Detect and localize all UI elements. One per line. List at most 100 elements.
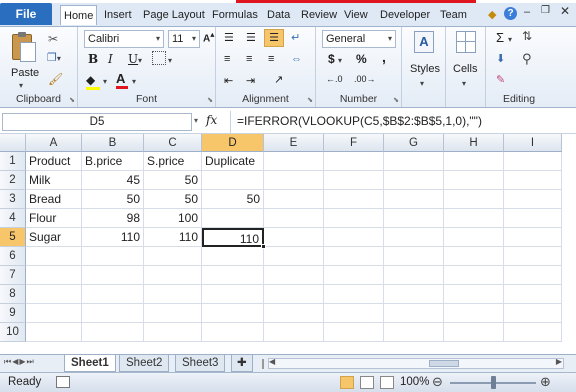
number-format-dropdown-icon[interactable]: ▾ bbox=[388, 32, 392, 44]
table-cell[interactable]: 110 bbox=[82, 228, 144, 247]
fill-icon[interactable]: ⬇ bbox=[496, 52, 505, 65]
table-cell[interactable] bbox=[444, 247, 504, 266]
table-cell[interactable] bbox=[144, 247, 202, 266]
normal-view-icon[interactable] bbox=[340, 376, 354, 389]
sheet-nav-icons[interactable]: ⏮◀▶⏭ bbox=[4, 357, 35, 367]
table-cell[interactable] bbox=[444, 209, 504, 228]
insert-function-icon[interactable]: fx bbox=[206, 113, 217, 127]
table-cell[interactable]: 45 bbox=[82, 171, 144, 190]
table-cell[interactable] bbox=[444, 152, 504, 171]
table-cell[interactable]: Duplicate bbox=[202, 152, 264, 171]
cells-icon[interactable] bbox=[456, 31, 476, 53]
align-center-icon[interactable]: ≡ bbox=[246, 53, 252, 65]
font-color-dropdown-icon[interactable]: ▾ bbox=[132, 75, 136, 87]
table-cell[interactable] bbox=[444, 190, 504, 209]
scroll-right-icon[interactable]: ▶ bbox=[556, 357, 562, 366]
table-cell[interactable] bbox=[82, 323, 144, 342]
table-cell[interactable] bbox=[202, 323, 264, 342]
column-header-d[interactable]: D bbox=[202, 134, 264, 152]
column-header-i[interactable]: I bbox=[504, 134, 562, 152]
table-cell[interactable] bbox=[384, 152, 444, 171]
number-launcher-icon[interactable]: ⬊ bbox=[393, 96, 399, 104]
table-cell[interactable]: Milk bbox=[26, 171, 82, 190]
table-cell[interactable] bbox=[324, 247, 384, 266]
align-bottom-icon[interactable]: ☰ bbox=[264, 29, 284, 47]
table-cell[interactable] bbox=[144, 266, 202, 285]
table-cell[interactable]: 50 bbox=[202, 190, 264, 209]
table-cell[interactable]: Product bbox=[26, 152, 82, 171]
table-cell[interactable] bbox=[82, 285, 144, 304]
page-layout-view-icon[interactable] bbox=[360, 376, 374, 389]
active-cell[interactable]: 110 bbox=[202, 228, 264, 247]
bold-button[interactable]: B bbox=[88, 52, 98, 66]
table-cell[interactable] bbox=[504, 209, 562, 228]
merge-center-icon[interactable]: ⇔ bbox=[291, 53, 302, 65]
tab-file[interactable]: File bbox=[0, 3, 52, 25]
scroll-left-icon[interactable]: ◀ bbox=[269, 357, 275, 366]
table-cell[interactable] bbox=[324, 190, 384, 209]
table-cell[interactable]: Flour bbox=[26, 209, 82, 228]
table-cell[interactable] bbox=[324, 304, 384, 323]
name-box[interactable]: D5 bbox=[2, 113, 192, 131]
paste-icon[interactable] bbox=[10, 32, 38, 64]
table-cell[interactable] bbox=[26, 323, 82, 342]
table-cell[interactable]: 98 bbox=[82, 209, 144, 228]
table-cell[interactable] bbox=[202, 171, 264, 190]
cut-icon[interactable]: ✂ bbox=[48, 32, 58, 46]
table-cell[interactable] bbox=[264, 152, 324, 171]
column-header-e[interactable]: E bbox=[264, 134, 324, 152]
table-cell[interactable] bbox=[444, 266, 504, 285]
table-cell[interactable] bbox=[264, 171, 324, 190]
align-middle-icon[interactable]: ☰ bbox=[246, 31, 256, 44]
table-cell[interactable] bbox=[384, 228, 444, 247]
select-all-corner[interactable] bbox=[0, 134, 26, 152]
table-cell[interactable] bbox=[26, 285, 82, 304]
table-cell[interactable] bbox=[324, 171, 384, 190]
table-cell[interactable] bbox=[504, 323, 562, 342]
tab-page-layout[interactable]: Page Layout bbox=[140, 5, 208, 25]
table-cell[interactable] bbox=[504, 304, 562, 323]
table-cell[interactable] bbox=[444, 228, 504, 247]
horizontal-scrollbar[interactable]: ◀ ▶ bbox=[268, 357, 564, 369]
table-cell[interactable] bbox=[82, 304, 144, 323]
table-cell[interactable] bbox=[202, 209, 264, 228]
column-header-a[interactable]: A bbox=[26, 134, 82, 152]
align-right-icon[interactable]: ≡ bbox=[268, 53, 274, 65]
row-header-10[interactable]: 10 bbox=[0, 323, 26, 342]
row-header-1[interactable]: 1 bbox=[0, 152, 26, 171]
page-break-view-icon[interactable] bbox=[380, 376, 394, 389]
cells-dropdown-icon[interactable]: ▾ bbox=[462, 77, 466, 89]
grow-font-icon[interactable]: A▴ bbox=[203, 29, 214, 44]
styles-dropdown-icon[interactable]: ▾ bbox=[420, 77, 424, 89]
table-cell[interactable] bbox=[384, 171, 444, 190]
table-cell[interactable] bbox=[384, 209, 444, 228]
borders-icon[interactable] bbox=[152, 51, 166, 65]
font-color-icon[interactable]: A bbox=[116, 71, 128, 89]
row-header-6[interactable]: 6 bbox=[0, 247, 26, 266]
table-cell[interactable]: S.price bbox=[144, 152, 202, 171]
table-cell[interactable] bbox=[324, 228, 384, 247]
table-cell[interactable] bbox=[202, 285, 264, 304]
name-box-dropdown-icon[interactable]: ▾ bbox=[194, 116, 198, 125]
row-header-5[interactable]: 5 bbox=[0, 228, 26, 247]
fill-handle[interactable] bbox=[261, 244, 266, 249]
macro-record-icon[interactable] bbox=[56, 376, 70, 388]
styles-button[interactable]: Styles bbox=[410, 63, 440, 75]
underline-dropdown-icon[interactable]: ▾ bbox=[138, 54, 142, 66]
sheet-tab-sheet2[interactable]: Sheet2 bbox=[119, 355, 170, 372]
insert-sheet-icon[interactable]: ✚ bbox=[231, 355, 253, 372]
restore-icon[interactable]: ❐ bbox=[541, 5, 550, 16]
clear-icon[interactable]: ✎ bbox=[496, 73, 505, 86]
column-header-h[interactable]: H bbox=[444, 134, 504, 152]
copy-icon[interactable]: ❐▾ bbox=[47, 51, 61, 64]
row-header-7[interactable]: 7 bbox=[0, 266, 26, 285]
decrease-decimal-icon[interactable]: .00→ bbox=[354, 74, 376, 84]
table-cell[interactable] bbox=[324, 209, 384, 228]
decrease-indent-icon[interactable]: ⇤ bbox=[224, 74, 233, 87]
tab-formulas[interactable]: Formulas bbox=[209, 5, 261, 25]
increase-decimal-icon[interactable]: ←.0 bbox=[326, 74, 343, 84]
paste-label[interactable]: Paste bbox=[11, 67, 39, 79]
table-cell[interactable] bbox=[144, 285, 202, 304]
column-header-g[interactable]: G bbox=[384, 134, 444, 152]
font-name-box[interactable]: Calibri bbox=[84, 30, 164, 48]
